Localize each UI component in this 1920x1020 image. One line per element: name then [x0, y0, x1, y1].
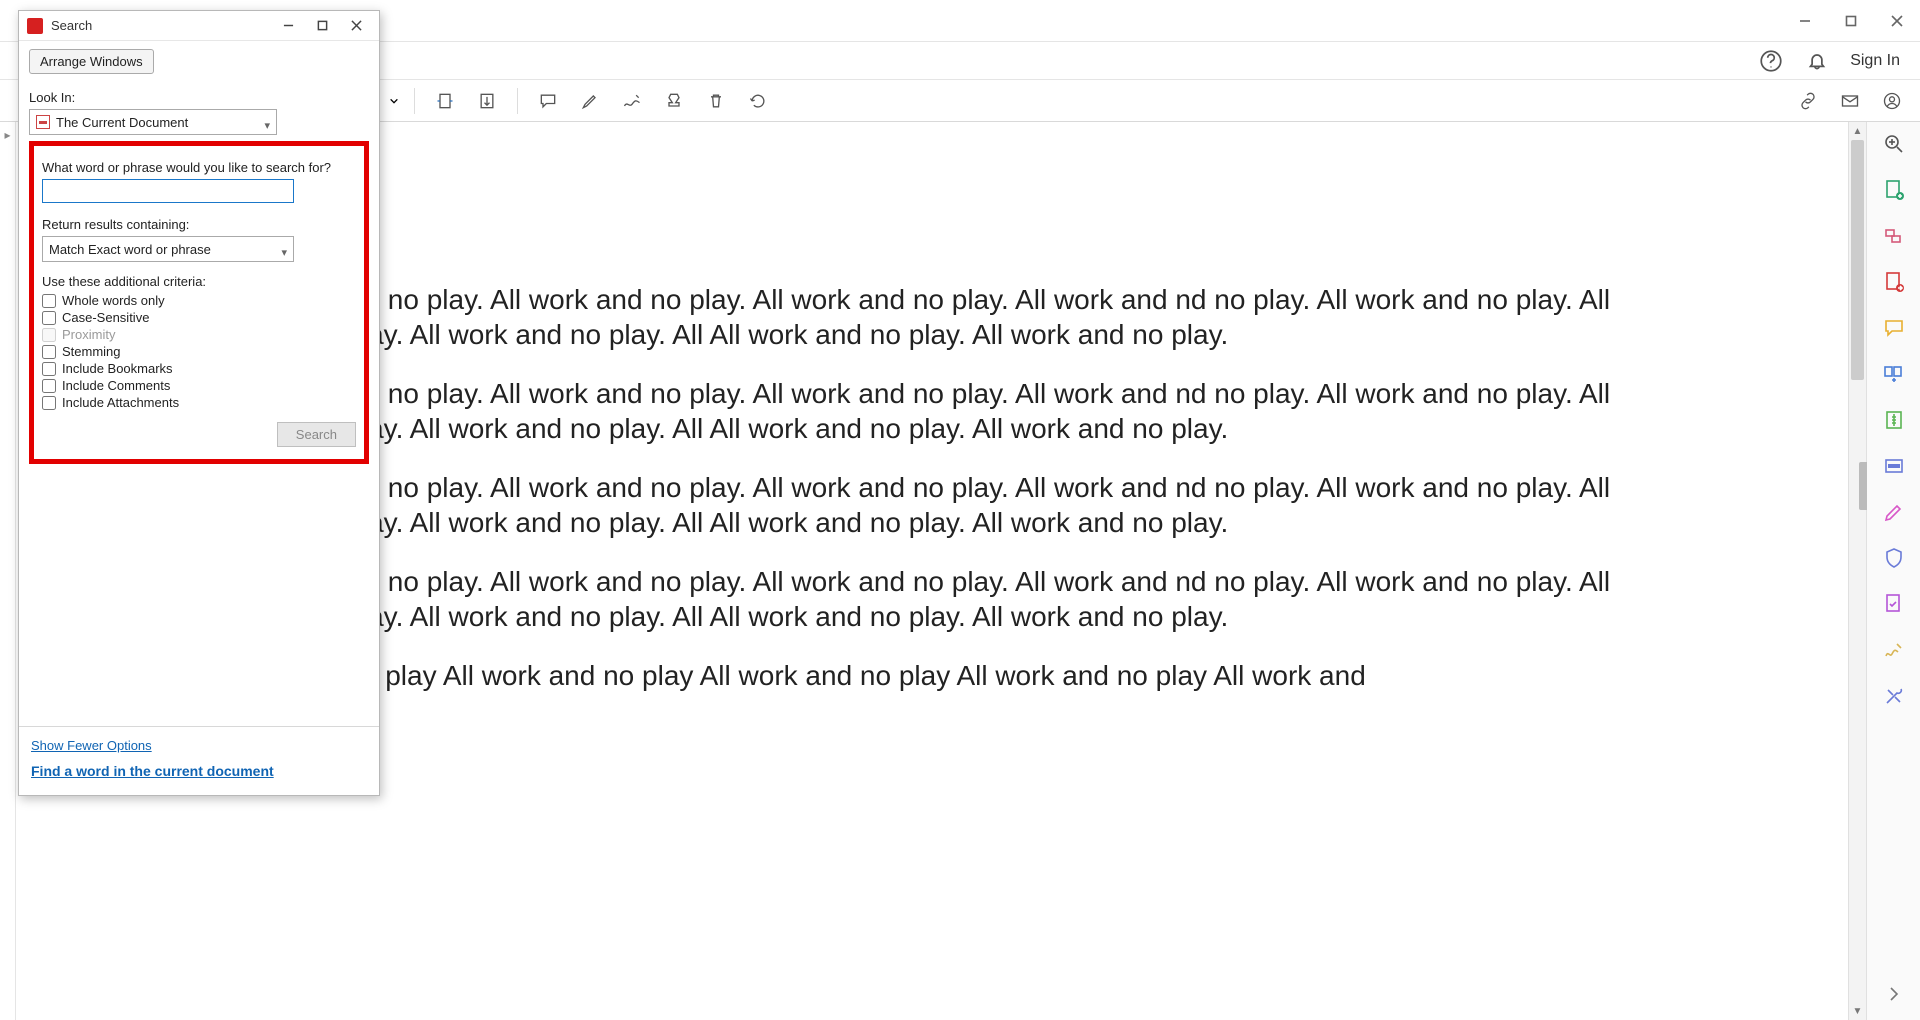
criteria-label-text: Include Attachments: [62, 395, 179, 410]
doc-paragraph: ay. All work and no play. All work and n…: [186, 470, 1666, 540]
include-bookmarks-checkbox[interactable]: [42, 362, 56, 376]
doc-paragraph: ay. All work and no play. All work and n…: [186, 376, 1666, 446]
dialog-minimize-button[interactable]: [271, 14, 305, 38]
criteria-case-sensitive: Case-Sensitive: [42, 310, 356, 325]
return-results-value: Match Exact word or phrase: [49, 242, 211, 257]
arrange-windows-button[interactable]: Arrange Windows: [29, 49, 154, 74]
edit-icon[interactable]: [1882, 500, 1906, 524]
search-input[interactable]: [42, 179, 294, 203]
show-fewer-options-link[interactable]: Show Fewer Options: [31, 738, 152, 753]
search-options-highlight: What word or phrase would you like to se…: [29, 141, 369, 464]
doc-paragraph: All work and no play All work and no pla…: [186, 658, 1666, 693]
left-pane-toggle[interactable]: ▸: [0, 122, 16, 1020]
include-attachments-checkbox[interactable]: [42, 396, 56, 410]
document-icon: [36, 115, 50, 129]
scroll-up-icon[interactable]: ▲: [1849, 122, 1866, 140]
criteria-whole-words: Whole words only: [42, 293, 356, 308]
search-button[interactable]: Search: [277, 422, 356, 447]
criteria-label: Use these additional criteria:: [42, 274, 356, 289]
notifications-icon[interactable]: [1804, 48, 1830, 74]
case-sensitive-checkbox[interactable]: [42, 311, 56, 325]
draw-icon[interactable]: [614, 83, 650, 119]
dialog-maximize-button[interactable]: [305, 14, 339, 38]
search-dialog-title: Search: [51, 18, 271, 33]
include-comments-checkbox[interactable]: [42, 379, 56, 393]
protect-icon[interactable]: [1882, 546, 1906, 570]
criteria-list: Whole words only Case-Sensitive Proximit…: [42, 293, 356, 410]
stemming-checkbox[interactable]: [42, 345, 56, 359]
redact-icon[interactable]: [1882, 454, 1906, 478]
fit-page-icon[interactable]: [469, 83, 505, 119]
right-tool-rail: [1866, 122, 1920, 1020]
help-icon[interactable]: [1758, 48, 1784, 74]
criteria-attachments: Include Attachments: [42, 395, 356, 410]
return-results-label: Return results containing:: [42, 217, 356, 232]
comment-icon[interactable]: [530, 83, 566, 119]
stamp-icon[interactable]: [656, 83, 692, 119]
compress-icon[interactable]: [1882, 408, 1906, 432]
look-in-value: The Current Document: [56, 115, 188, 130]
email-icon[interactable]: [1832, 83, 1868, 119]
more-tools-icon[interactable]: [1882, 684, 1906, 708]
main-close-button[interactable]: [1874, 5, 1920, 37]
return-results-dropdown[interactable]: Match Exact word or phrase ▾: [42, 236, 294, 262]
criteria-label-text: Whole words only: [62, 293, 165, 308]
criteria-label-text: Case-Sensitive: [62, 310, 149, 325]
doc-paragraph: ay. All work and no play. All work and n…: [186, 564, 1666, 634]
create-pdf-icon[interactable]: [1882, 178, 1906, 202]
scroll-thumb[interactable]: [1851, 140, 1864, 380]
main-minimize-button[interactable]: [1782, 5, 1828, 37]
proximity-checkbox: [42, 328, 56, 342]
scroll-down-icon[interactable]: ▼: [1849, 1002, 1866, 1020]
criteria-comments: Include Comments: [42, 378, 356, 393]
search-dialog-titlebar[interactable]: Search: [19, 11, 379, 41]
link-icon[interactable]: [1790, 83, 1826, 119]
rotate-icon[interactable]: [740, 83, 776, 119]
whole-words-checkbox[interactable]: [42, 294, 56, 308]
search-icon[interactable]: [1882, 132, 1906, 156]
signature-icon[interactable]: [1882, 638, 1906, 662]
combine-icon[interactable]: [1882, 224, 1906, 248]
criteria-proximity: Proximity: [42, 327, 356, 342]
search-dialog: Search Arrange Windows Look In: The Curr…: [18, 10, 380, 796]
right-rail-collapse[interactable]: [1859, 462, 1867, 510]
export-pdf-icon[interactable]: [1882, 270, 1906, 294]
expand-rail-icon[interactable]: [1882, 982, 1906, 1006]
search-prompt-label: What word or phrase would you like to se…: [42, 160, 356, 175]
criteria-label-text: Proximity: [62, 327, 115, 342]
criteria-bookmarks: Include Bookmarks: [42, 361, 356, 376]
criteria-label-text: Include Bookmarks: [62, 361, 173, 376]
chevron-down-icon: ▾: [264, 119, 270, 132]
chevron-down-icon: ▾: [281, 246, 287, 259]
doc-paragraph: ay. All work and no play. All work and n…: [186, 282, 1666, 352]
criteria-label-text: Stemming: [62, 344, 121, 359]
dialog-close-button[interactable]: [339, 14, 373, 38]
delete-icon[interactable]: [698, 83, 734, 119]
criteria-stemming: Stemming: [42, 344, 356, 359]
find-word-link[interactable]: Find a word in the current document: [31, 763, 274, 779]
fit-width-icon[interactable]: [427, 83, 463, 119]
comment-tool-icon[interactable]: [1882, 316, 1906, 340]
search-dialog-footer: Show Fewer Options Find a word in the cu…: [19, 726, 379, 795]
zoom-dropdown[interactable]: [386, 96, 402, 106]
account-icon[interactable]: [1874, 83, 1910, 119]
highlight-icon[interactable]: [572, 83, 608, 119]
organize-icon[interactable]: [1882, 362, 1906, 386]
criteria-label-text: Include Comments: [62, 378, 170, 393]
look-in-label: Look In:: [29, 90, 369, 105]
main-maximize-button[interactable]: [1828, 5, 1874, 37]
look-in-dropdown[interactable]: The Current Document ▾: [29, 109, 277, 135]
fill-sign-icon[interactable]: [1882, 592, 1906, 616]
adobe-app-icon: [27, 18, 43, 34]
document-scrollbar[interactable]: ▲ ▼: [1848, 122, 1866, 1020]
sign-in-link[interactable]: Sign In: [1850, 52, 1900, 70]
